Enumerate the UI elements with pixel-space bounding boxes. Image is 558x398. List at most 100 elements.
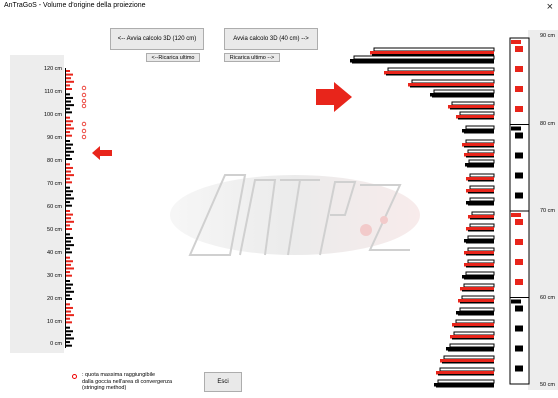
left-ruler-tick [66,263,71,266]
projection-bar-outline [451,101,495,106]
projection-bar-outline [411,79,495,84]
projection-bar-shadow [464,278,494,280]
right-ruler-block [515,172,523,179]
left-ruler-tick [66,283,73,286]
projection-bar-outline [387,67,495,72]
left-ruler-tick [66,224,70,227]
left-ruler-tick [66,143,73,146]
projection-bar-outline [443,355,495,360]
projection-bar-fill [466,227,494,231]
right-ruler-tick [511,213,521,217]
left-ruler-tick [66,217,71,220]
projection-bar-shadow [372,54,494,56]
projection-bar-fill [462,143,494,147]
projection-bar-fill [466,177,494,181]
projection-bar-shadow [468,192,494,194]
left-ruler-tick [66,341,70,344]
left-ruler-axis [65,68,66,348]
left-ruler-tick [66,73,73,76]
projection-bar-outline [469,223,495,228]
exit-button[interactable]: Esci [204,372,242,392]
left-ruler-tick [66,306,73,309]
projection-bar-fill [450,335,494,339]
left-ruler-tick [66,131,70,134]
left-ruler-tick [66,260,73,263]
left-ruler-tick [66,317,70,320]
right-ruler-tick [511,126,521,131]
projection-bar-fill [464,153,494,157]
projection-bar-outline [465,271,495,276]
projection-bar-fill [440,359,494,363]
right-ruler-block [515,86,523,92]
left-ruler-tick [66,310,71,313]
projection-bar-outline [469,197,495,202]
projection-bar-outline [469,173,495,178]
projection-bar-outline [433,89,495,94]
projection-bar-shadow [466,242,494,244]
projection-bar-outline [459,307,495,312]
left-ruler-tick [66,220,74,223]
max-height-circle-icon [81,121,87,127]
projection-bar-shadow [450,108,494,110]
projection-bar-outline [465,125,495,130]
max-height-circle-icon [81,128,87,134]
projection-bar-outline [439,367,495,372]
left-ruler-tick [66,326,70,329]
projection-bar-fill [468,215,494,219]
max-height-circle-icon [81,85,87,91]
projection-bar-shadow [448,350,494,352]
left-ruler-tick [66,344,72,347]
projection-bar-shadow [467,166,494,168]
left-ruler-tick [66,134,72,137]
left-ruler-tick [66,193,71,196]
right-ruler-block [515,219,523,225]
projection-bar-outline [467,259,495,264]
legend-circle-icon [72,374,77,379]
projection-bar-shadow [436,386,494,388]
projection-bar-fill [466,201,494,205]
projection-bar-outline [353,55,495,60]
left-ruler-tick [66,190,73,193]
projection-bar-outline [465,139,495,144]
projection-bar-shadow [468,230,494,232]
projection-bar-fill [460,287,494,291]
left-ruler-tick [66,107,70,110]
projection-bar-outline [471,211,495,216]
left-ruler-tick [66,123,71,126]
left-ruler-tick [66,140,70,142]
projection-bar-fill [466,189,494,193]
right-ruler-block [515,192,523,199]
left-ruler-tick [66,287,71,290]
left-ruler-tick [66,93,70,96]
projection-bar-fill [458,299,494,303]
left-ruler-tick [66,330,73,333]
left-ruler-tick [66,163,70,166]
right-ruler-tick [511,40,521,44]
projection-bar-outline [461,295,495,300]
left-ruler-tick [66,120,73,123]
left-ruler-tick [66,80,74,83]
left-ruler-tick [66,337,74,340]
legend-line: (stringing method) [82,385,127,391]
projection-bar-shadow [432,96,494,98]
left-ruler-tick [66,177,70,180]
left-ruler-tick [66,233,70,236]
projection-bar-outline [459,111,495,116]
left-ruler-tick [66,166,73,169]
left-arrow-icon [92,146,112,160]
projection-bar-fill [464,263,494,267]
projection-bar-shadow [466,266,494,268]
projection-bar-fill [436,371,494,375]
left-ruler-tick [66,321,72,324]
left-ruler-tick [66,256,70,259]
right-ruler-block [515,325,523,332]
projection-bar-outline [463,283,495,288]
left-ruler-tick [66,298,72,300]
left-ruler-tick [66,170,71,173]
left-ruler-tick [66,147,71,150]
left-ruler-tick [66,240,71,243]
legend-text: : quota massima raggiungibile dalla gocc… [82,372,172,392]
projection-bar-fill [446,347,494,351]
right-ruler-block [515,106,523,112]
right-ruler-block [515,66,523,72]
